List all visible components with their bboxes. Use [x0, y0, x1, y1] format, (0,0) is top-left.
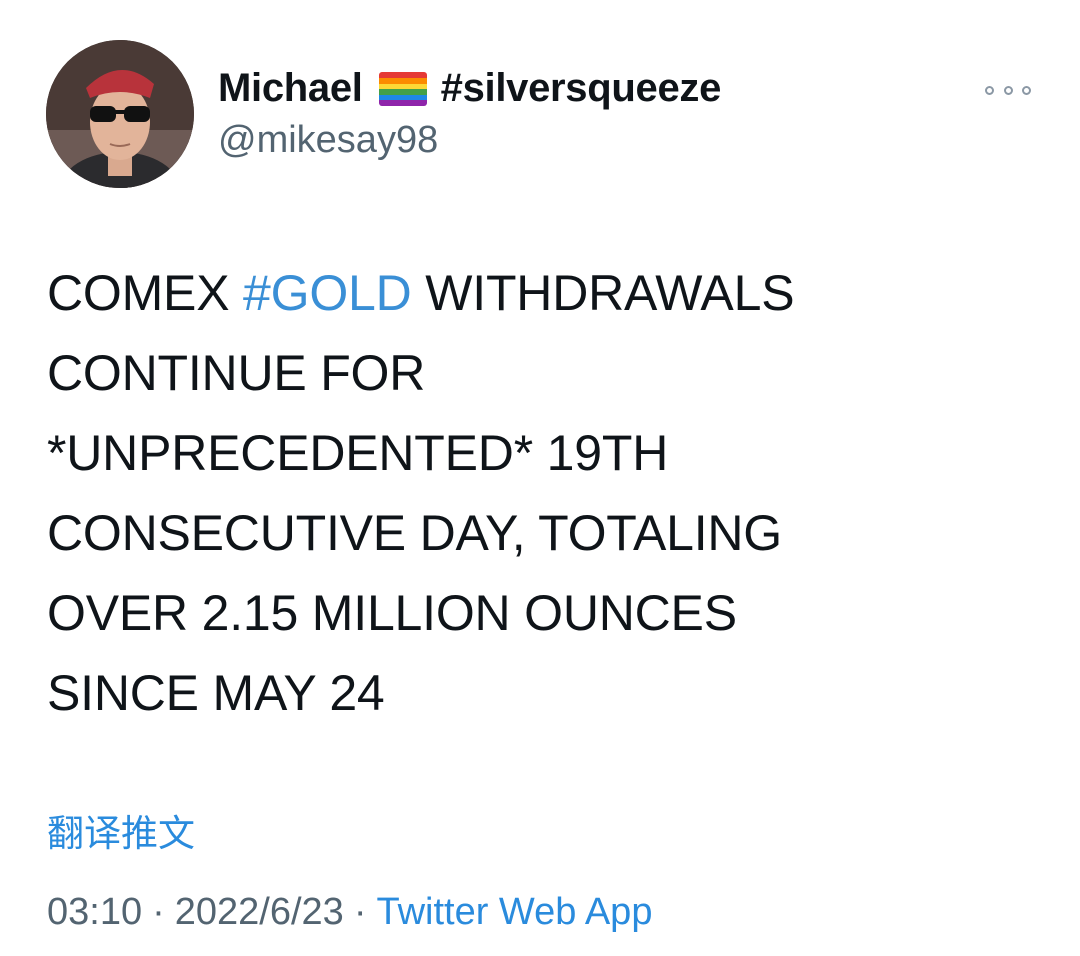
more-options-icon[interactable] — [985, 78, 1031, 102]
tweet-line: CONSECUTIVE DAY, TOTALING — [47, 505, 782, 561]
tweet-metadata: 03:10 · 2022/6/23 · Twitter Web App — [47, 891, 652, 934]
avatar-photo — [46, 40, 194, 188]
tweet-line: *UNPRECEDENTED* 19TH — [47, 425, 669, 481]
tweet-card: Michael #silversqueeze @mikesay98 COMEX … — [0, 0, 1080, 956]
hashtag-gold-link[interactable]: #GOLD — [243, 265, 412, 321]
rainbow-flag-icon — [378, 71, 427, 106]
tweet-line: OVER 2.15 MILLION OUNCES — [47, 585, 737, 641]
author-name: Michael — [218, 66, 363, 110]
tweet-source-link[interactable]: Twitter Web App — [376, 891, 652, 933]
tweet-line: CONTINUE FOR — [47, 345, 426, 401]
author-name-hashtag: #silversqueeze — [440, 66, 722, 110]
tweet-line: COMEX #GOLD WITHDRAWALS — [47, 265, 795, 321]
tweet-line: SINCE MAY 24 — [47, 665, 385, 721]
author-handle[interactable]: @mikesay98 — [218, 119, 438, 162]
tweet-date[interactable]: 2022/6/23 — [175, 891, 344, 933]
separator-dot: · — [353, 891, 367, 933]
avatar[interactable] — [46, 40, 194, 188]
separator-dot: · — [152, 891, 165, 933]
display-name[interactable]: Michael #silversqueeze — [218, 66, 721, 111]
translate-tweet-link[interactable]: 翻译推文 — [47, 803, 195, 857]
tweet-text: COMEX #GOLD WITHDRAWALS CONTINUE FOR *UN… — [47, 253, 1047, 733]
tweet-time[interactable]: 03:10 — [47, 891, 142, 933]
